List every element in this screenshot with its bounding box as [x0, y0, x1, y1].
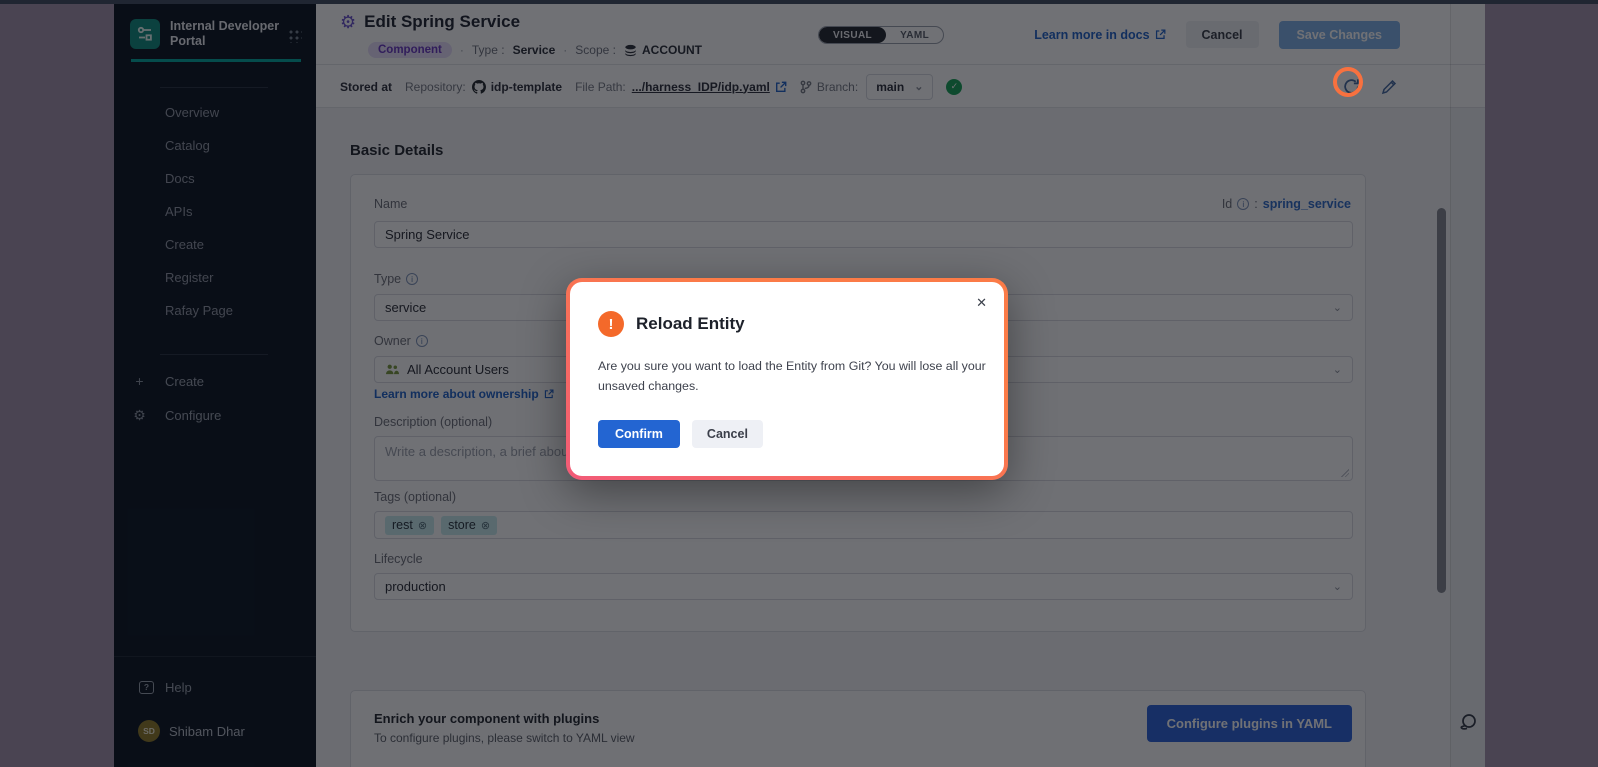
modal-cancel-button[interactable]: Cancel [692, 420, 763, 448]
reload-highlight-ring [1333, 67, 1363, 97]
reload-entity-dialog: ✕ ! Reload Entity Are you sure you want … [570, 282, 1004, 476]
modal-title: Reload Entity [636, 314, 745, 334]
modal-body-text: Are you sure you want to load the Entity… [598, 356, 998, 396]
app-window: Internal Developer Portal Overview Catal… [114, 4, 1485, 767]
modal-highlight-border: ✕ ! Reload Entity Are you sure you want … [566, 278, 1008, 480]
close-icon[interactable]: ✕ [976, 295, 987, 311]
confirm-button[interactable]: Confirm [598, 420, 680, 448]
warning-icon: ! [598, 311, 624, 337]
